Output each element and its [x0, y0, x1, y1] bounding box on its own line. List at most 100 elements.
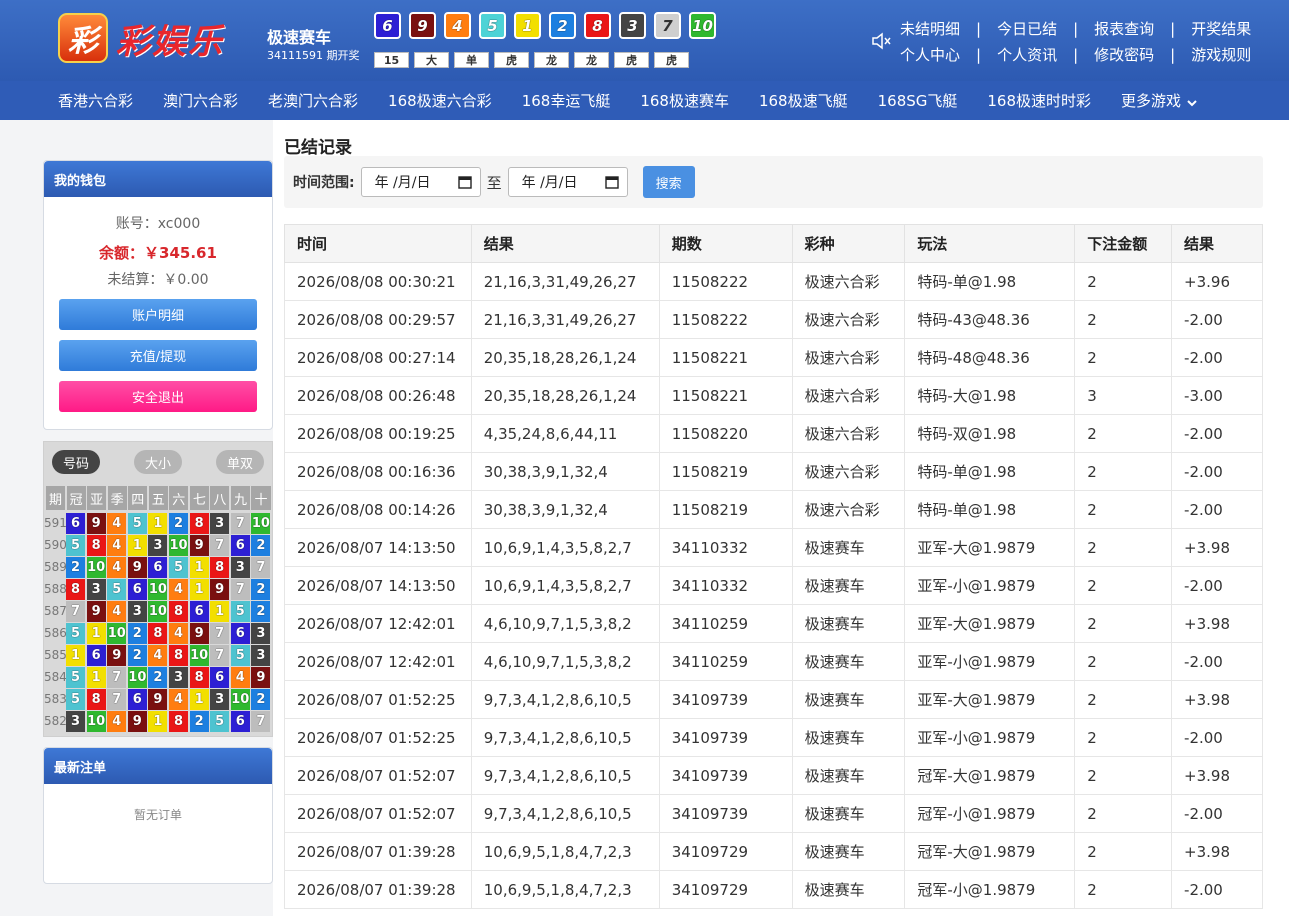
- link-separator: |: [1073, 20, 1079, 38]
- table-row: 2026/08/07 12:42:01 4,6,10,9,7,1,5,3,8,2 3…: [284, 604, 1263, 643]
- table-cell: 2: [1074, 528, 1173, 567]
- to-label: 至: [486, 173, 502, 192]
- trend-ball: 10: [86, 556, 106, 578]
- link-separator: |: [1170, 20, 1176, 38]
- trend-ball: 9: [251, 666, 271, 688]
- mute-icon[interactable]: [870, 30, 892, 52]
- nav-item[interactable]: 168极速时时彩: [987, 90, 1091, 111]
- nav-item[interactable]: 168极速飞艇: [759, 90, 848, 111]
- tab-odd-even[interactable]: 单双: [216, 450, 264, 474]
- nav-item[interactable]: 老澳门六合彩: [268, 90, 358, 111]
- trend-ball: 3: [168, 666, 189, 688]
- table-cell: 冠军-小@1.9879: [904, 794, 1076, 833]
- trend-ball: 2: [251, 578, 271, 600]
- trend-ball: 9: [86, 600, 106, 622]
- site-logo[interactable]: 彩 彩娱乐: [58, 13, 224, 63]
- table-cell: -2.00: [1171, 490, 1263, 529]
- trend-issue: 586: [44, 626, 67, 640]
- trend-ball: 1: [66, 644, 86, 666]
- trend-col-header: 九: [230, 486, 250, 510]
- table-cell: 2: [1074, 452, 1173, 491]
- nav-item-label: 老澳门六合彩: [268, 92, 359, 110]
- calendar-icon[interactable]: [457, 175, 472, 189]
- top-link[interactable]: 游戏规则: [1191, 42, 1251, 68]
- top-link[interactable]: 开奖结果: [1191, 16, 1251, 42]
- table-cell: 2026/08/07 14:13:50: [284, 566, 472, 605]
- draw-ball: 10: [689, 12, 716, 39]
- draw-stat: 龙: [574, 52, 609, 68]
- end-date-input[interactable]: 年 /月/日: [507, 167, 628, 197]
- table-cell: 极速六合彩: [791, 262, 906, 301]
- trend-ball: 8: [210, 556, 230, 578]
- range-label: 时间范围:: [293, 175, 355, 191]
- top-link[interactable]: 修改密码: [1094, 42, 1154, 68]
- trend-ball: 1: [210, 600, 230, 622]
- top-link[interactable]: 报表查询: [1094, 16, 1154, 42]
- top-link[interactable]: 个人中心: [900, 42, 960, 68]
- nav-item[interactable]: 168极速六合彩: [388, 90, 492, 111]
- nav-item[interactable]: 168SG飞艇: [878, 90, 958, 111]
- nav-item[interactable]: 168幸运飞艇: [522, 90, 611, 111]
- empty-message: 暂无订单: [133, 808, 182, 822]
- table-cell: 极速六合彩: [791, 338, 906, 377]
- table-cell: 34109739: [658, 756, 793, 795]
- table-cell: -2.00: [1171, 642, 1263, 681]
- account-detail-button[interactable]: 账户明细: [59, 299, 257, 330]
- trend-ball: 6: [66, 512, 86, 534]
- table-cell: 2026/08/07 01:52:07: [284, 756, 472, 795]
- table-cell: 极速六合彩: [791, 490, 906, 529]
- table-row: 2026/08/07 01:39:28 10,6,9,5,1,8,4,7,2,3 3…: [284, 832, 1263, 871]
- tab-number[interactable]: 号码: [52, 450, 100, 474]
- trend-ball: 6: [189, 600, 209, 622]
- table-cell: -2.00: [1171, 566, 1263, 605]
- trend-ball: 9: [148, 688, 168, 710]
- nav-item-label: 香港六合彩: [58, 92, 134, 110]
- table-cell: 极速赛车: [791, 756, 906, 795]
- logout-button[interactable]: 安全退出: [59, 381, 257, 412]
- table-cell: 2: [1074, 718, 1173, 757]
- draw-ball: 5: [479, 12, 506, 39]
- trend-panel: 号码 大小 单双 期冠亚季四五六七八九十 591 6 9 4 5 1 2 8 3 7 10 590 5 8…: [43, 441, 273, 737]
- balance: 余额：￥345.61: [99, 244, 217, 262]
- trend-row: 582 3 10 4 9 1 8 2 5 6 7: [44, 710, 272, 732]
- trend-col-header: 季: [107, 486, 127, 510]
- trend-issue: 583: [44, 692, 67, 706]
- trend-ball: 1: [189, 556, 209, 578]
- table-row: 2026/08/08 00:29:57 21,16,3,31,49,26,27 11…: [284, 300, 1263, 339]
- table-cell: -2.00: [1171, 452, 1263, 491]
- table-cell: 2: [1074, 642, 1173, 681]
- trend-ball: 6: [230, 710, 250, 732]
- nav-item[interactable]: 澳门六合彩: [163, 90, 238, 111]
- nav-item[interactable]: 168极速赛车: [640, 90, 729, 111]
- nav-item[interactable]: 香港六合彩: [58, 90, 133, 111]
- table-cell: 极速六合彩: [791, 414, 906, 453]
- table-cell: 2: [1074, 756, 1173, 795]
- table-cell: +3.98: [1171, 604, 1263, 643]
- top-link[interactable]: 未结明细: [900, 16, 960, 42]
- column-header: 时间: [284, 224, 472, 263]
- trend-row: 589 2 10 4 9 6 5 1 8 3 7: [44, 556, 272, 578]
- start-date-input[interactable]: 年 /月/日: [360, 167, 481, 197]
- trend-row: 583 5 8 7 6 9 4 1 3 10 2: [44, 688, 272, 710]
- table-cell: 极速赛车: [791, 794, 906, 833]
- trend-header: 期冠亚季四五六七八九十: [44, 486, 272, 510]
- recharge-button[interactable]: 充值/提现: [59, 340, 257, 371]
- top-link[interactable]: 个人资讯: [997, 42, 1057, 68]
- search-button[interactable]: 搜索: [642, 166, 695, 198]
- calendar-icon[interactable]: [604, 175, 619, 189]
- draw-stat: 龙: [534, 52, 569, 68]
- table-cell: 2026/08/07 12:42:01: [284, 604, 472, 643]
- trend-ball: 7: [210, 644, 230, 666]
- trend-ball: 2: [168, 512, 189, 534]
- tab-size[interactable]: 大小: [134, 450, 182, 474]
- table-cell: 特码-大@1.98: [904, 376, 1076, 415]
- trend-ball: 4: [107, 600, 127, 622]
- table-cell: 10,6,9,5,1,8,4,7,2,3: [470, 870, 660, 909]
- table-cell: 亚军-小@1.9879: [904, 642, 1076, 681]
- trend-ball: 3: [210, 688, 230, 710]
- top-link[interactable]: 今日已结: [997, 16, 1057, 42]
- nav-item[interactable]: 更多游戏: [1121, 90, 1199, 111]
- table-row: 2026/08/08 00:16:36 30,38,3,9,1,32,4 11508…: [284, 452, 1263, 491]
- trend-ball: 7: [230, 578, 250, 600]
- trend-ball: 6: [230, 534, 250, 556]
